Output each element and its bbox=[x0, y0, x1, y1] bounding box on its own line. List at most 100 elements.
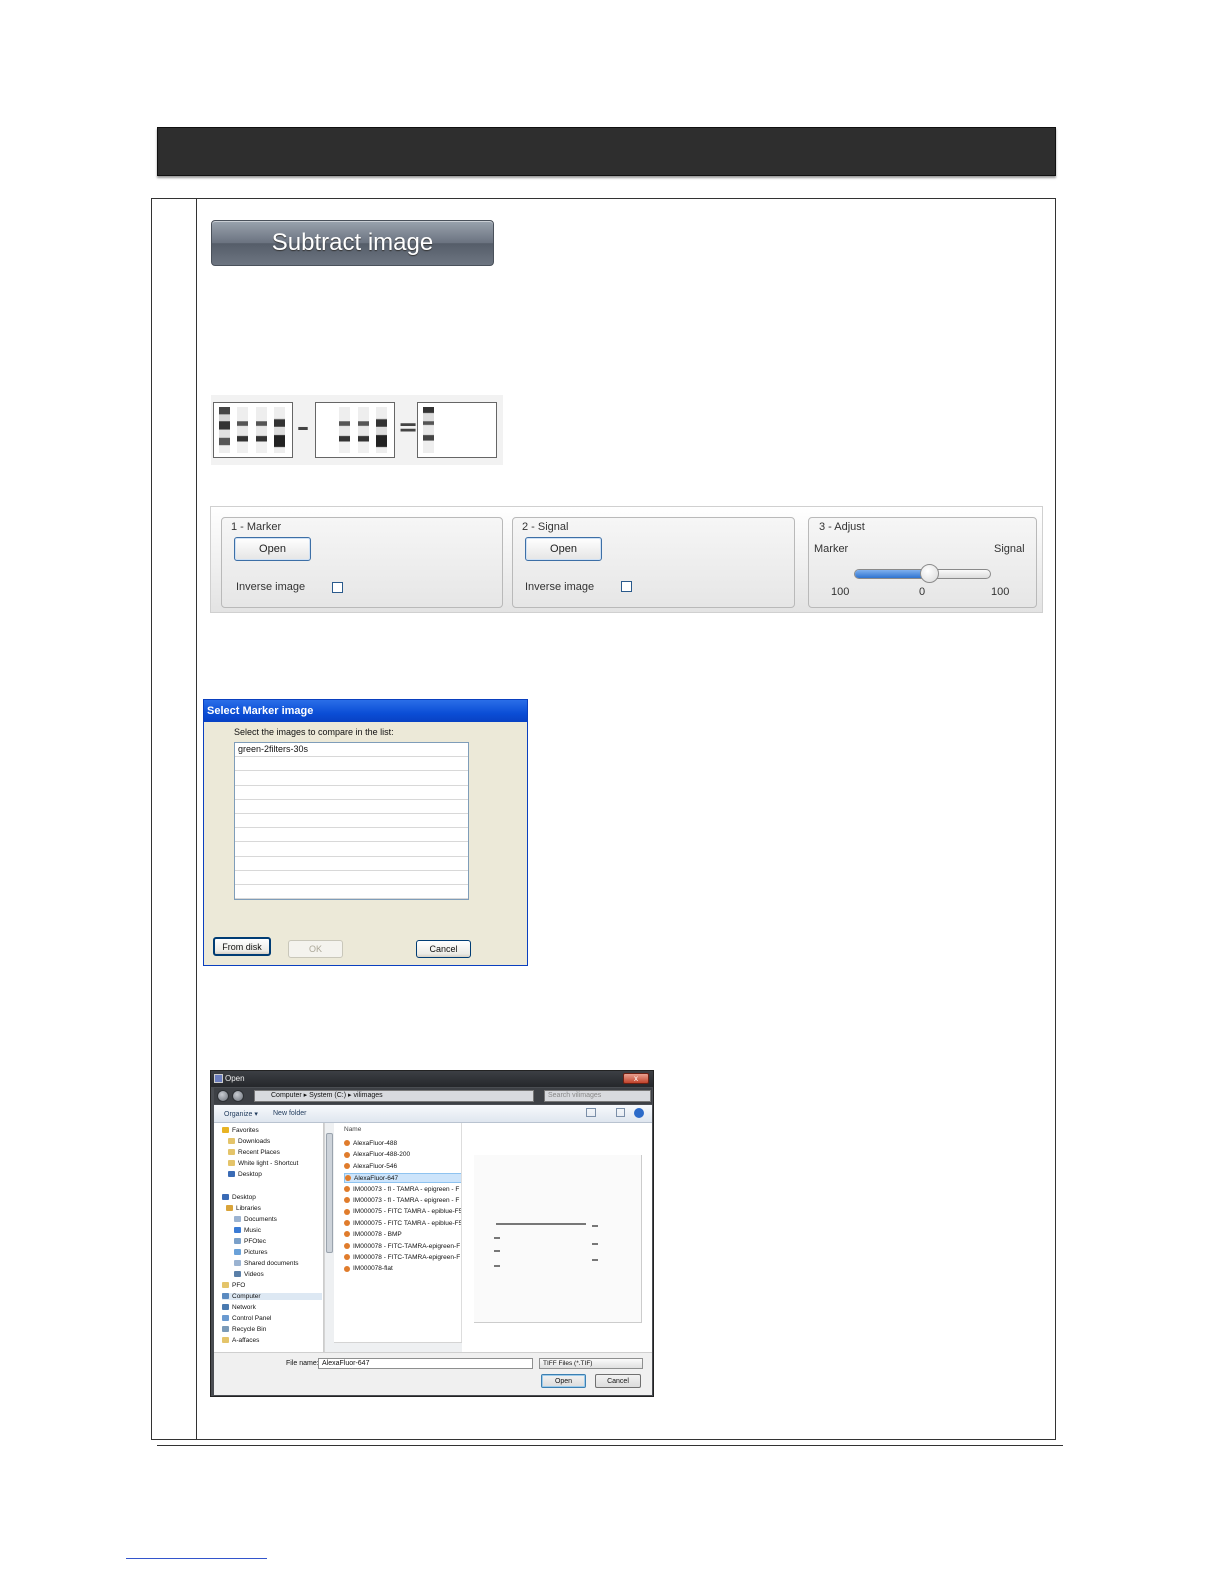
address-bar-row: Computer ▸ System (C:) ▸ vilimages Searc… bbox=[214, 1088, 652, 1104]
dialog-footer: File name: AlexaFluor-647 TIFF Files (*.… bbox=[214, 1352, 652, 1395]
marker-inverse-label: Inverse image bbox=[236, 581, 306, 593]
nav-item[interactable]: PFOtec bbox=[234, 1238, 266, 1245]
nav-item[interactable]: Music bbox=[234, 1227, 261, 1234]
list-item[interactable] bbox=[235, 828, 468, 843]
list-item[interactable] bbox=[235, 800, 468, 814]
list-item[interactable] bbox=[235, 885, 468, 900]
file-item[interactable]: IM000078 - BMP bbox=[344, 1230, 461, 1240]
nav-item[interactable]: Network bbox=[222, 1304, 256, 1311]
nav-item-label: Desktop bbox=[238, 1171, 262, 1178]
nav-item[interactable]: Recycle Bin bbox=[222, 1326, 266, 1333]
list-item[interactable]: green-2filters-30s bbox=[235, 743, 468, 758]
nav-item[interactable]: Libraries bbox=[226, 1205, 261, 1212]
folder-icon bbox=[234, 1238, 241, 1245]
nav-item[interactable]: PFO bbox=[222, 1282, 245, 1289]
gel-lane bbox=[339, 407, 350, 453]
gel-image-marker bbox=[417, 402, 497, 458]
nav-item[interactable]: Desktop bbox=[228, 1171, 262, 1178]
cancel-open-button[interactable]: Cancel bbox=[595, 1374, 641, 1388]
nav-item-label: Music bbox=[244, 1227, 261, 1234]
cancel-button[interactable]: Cancel bbox=[416, 940, 471, 958]
control-panel-icon bbox=[222, 1315, 229, 1322]
network-icon bbox=[222, 1304, 229, 1311]
back-icon[interactable] bbox=[217, 1090, 229, 1102]
folder-icon bbox=[228, 1138, 235, 1145]
nav-item[interactable]: Desktop bbox=[222, 1194, 256, 1201]
file-list-hscrollbar[interactable] bbox=[334, 1342, 462, 1352]
name-column-header[interactable]: Name bbox=[344, 1126, 361, 1133]
help-icon[interactable] bbox=[634, 1108, 644, 1118]
from-disk-button[interactable]: From disk bbox=[213, 937, 271, 956]
file-type-select[interactable]: TIFF Files (*.TIF) bbox=[539, 1358, 643, 1369]
file-item[interactable]: AlexaFluor-488 bbox=[344, 1139, 461, 1149]
nav-item[interactable]: A-affaces bbox=[222, 1337, 259, 1344]
adjust-slider-thumb[interactable] bbox=[920, 564, 940, 583]
organize-button[interactable]: Organize ▾ bbox=[224, 1110, 258, 1118]
address-bar[interactable]: Computer ▸ System (C:) ▸ vilimages bbox=[254, 1090, 534, 1102]
gel-lane bbox=[274, 407, 285, 453]
list-item[interactable] bbox=[235, 857, 468, 871]
nav-item[interactable]: White light - Shortcut bbox=[228, 1160, 298, 1167]
nav-scrollbar-thumb[interactable] bbox=[326, 1133, 333, 1253]
nav-item[interactable]: Favorites bbox=[222, 1127, 259, 1134]
image-list[interactable]: green-2filters-30s bbox=[234, 742, 469, 900]
close-icon[interactable]: x bbox=[623, 1073, 649, 1084]
signal-inverse-checkbox[interactable] bbox=[621, 581, 632, 592]
file-item[interactable]: IM000078 - FITC-TAMRA-epigreen-F bbox=[344, 1242, 461, 1252]
file-item[interactable]: AlexaFluor-488-200 bbox=[344, 1150, 461, 1160]
forward-icon[interactable] bbox=[232, 1090, 244, 1102]
file-item[interactable]: IM000078-flat bbox=[344, 1264, 461, 1274]
nav-item-label: PFO bbox=[232, 1282, 246, 1289]
file-item[interactable]: IM000073 - fl - TAMRA - epigreen - F bbox=[344, 1185, 461, 1195]
tiff-file-icon bbox=[344, 1231, 350, 1238]
section-header-bar bbox=[157, 127, 1056, 176]
music-icon bbox=[234, 1227, 241, 1234]
marker-inverse-checkbox[interactable] bbox=[332, 582, 343, 593]
nav-item[interactable]: Videos bbox=[234, 1271, 264, 1278]
preview-pane-icon[interactable] bbox=[616, 1108, 625, 1117]
search-input[interactable]: Search vilimages bbox=[544, 1090, 651, 1102]
star-icon bbox=[222, 1127, 229, 1134]
list-item[interactable] bbox=[235, 871, 468, 885]
tiff-file-icon bbox=[344, 1185, 350, 1192]
list-item[interactable] bbox=[235, 771, 468, 786]
signal-group: 2 - Signal Open Inverse image bbox=[512, 517, 795, 608]
file-name-input[interactable]: AlexaFluor-647 bbox=[318, 1358, 533, 1369]
nav-item[interactable]: Computer bbox=[222, 1293, 322, 1300]
file-item[interactable]: IM000078 - FITC-TAMRA-epigreen-F bbox=[344, 1253, 461, 1263]
list-item[interactable] bbox=[235, 786, 468, 800]
list-item[interactable] bbox=[235, 757, 468, 772]
nav-item[interactable]: Downloads bbox=[228, 1138, 270, 1145]
file-name: IM000078 - FITC-TAMRA-epigreen-F bbox=[353, 1254, 461, 1261]
blot-band bbox=[592, 1225, 598, 1227]
file-item[interactable]: IM000075 - FITC TAMRA - epiblue-F5 bbox=[344, 1219, 461, 1229]
picture-icon bbox=[234, 1249, 241, 1256]
file-list: Name AlexaFluor-488 AlexaFluor-488-200 Ale… bbox=[334, 1123, 462, 1352]
file-item[interactable]: AlexaFluor-647 bbox=[344, 1173, 461, 1184]
list-item[interactable] bbox=[235, 814, 468, 829]
folder-icon bbox=[222, 1337, 229, 1344]
file-item[interactable]: IM000075 - FITC TAMRA - epiblue-F5 bbox=[344, 1207, 461, 1217]
file-item[interactable]: AlexaFluor-546 bbox=[344, 1162, 461, 1172]
nav-item[interactable]: Pictures bbox=[234, 1249, 267, 1256]
ok-button[interactable]: OK bbox=[288, 940, 343, 958]
nav-item[interactable]: Documents bbox=[234, 1216, 277, 1223]
marker-group-title: 1 - Marker bbox=[231, 521, 282, 533]
new-folder-button[interactable]: New folder bbox=[273, 1110, 306, 1117]
list-item[interactable] bbox=[235, 842, 468, 857]
tiff-file-icon bbox=[345, 1175, 351, 1182]
nav-item[interactable]: Shared documents bbox=[234, 1260, 299, 1267]
nav-item-label: Control Panel bbox=[232, 1315, 272, 1322]
nav-item[interactable]: Control Panel bbox=[222, 1315, 271, 1322]
marker-open-button[interactable]: Open bbox=[234, 537, 311, 561]
nav-scrollbar[interactable] bbox=[324, 1123, 334, 1352]
nav-item[interactable]: Recent Places bbox=[228, 1149, 280, 1156]
open-button[interactable]: Open bbox=[541, 1374, 586, 1388]
signal-open-button[interactable]: Open bbox=[525, 537, 602, 561]
nav-item-label: Pictures bbox=[244, 1249, 268, 1256]
subtract-image-button[interactable]: Subtract image bbox=[211, 220, 494, 266]
file-item[interactable]: IM000073 - fl - TAMRA - epigreen - F bbox=[344, 1196, 461, 1206]
app-icon bbox=[214, 1074, 223, 1083]
view-options-icon[interactable] bbox=[586, 1108, 596, 1117]
recycle-bin-icon bbox=[222, 1326, 229, 1333]
